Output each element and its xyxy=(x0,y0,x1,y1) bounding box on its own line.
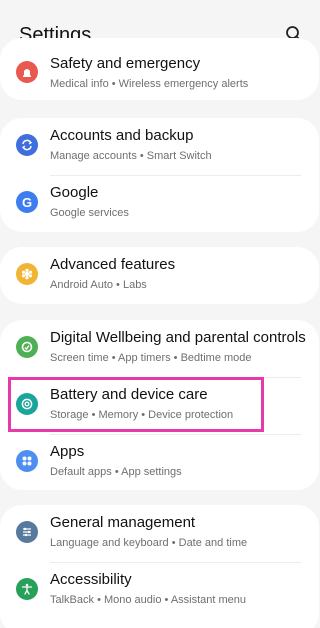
settings-item-accessibility[interactable]: Accessibility TalkBack • Mono audio • As… xyxy=(0,562,319,619)
google-icon: G xyxy=(16,191,38,213)
settings-item-apps[interactable]: Apps Default apps • App settings xyxy=(0,434,319,490)
settings-page: Settings Safety and emergency Medical in… xyxy=(0,0,319,628)
settings-item-safety-and-emergency[interactable]: Safety and emergency Medical info • Wire… xyxy=(0,55,319,100)
settings-item-label: Google xyxy=(50,184,99,201)
apps-icon xyxy=(16,450,38,472)
settings-item-label: Apps xyxy=(50,443,85,460)
general-management-icon xyxy=(16,521,38,543)
settings-group-safety: Safety and emergency Medical info • Wire… xyxy=(0,38,319,100)
settings-item-label: Safety and emergency xyxy=(50,55,201,72)
settings-item-label: Accessibility xyxy=(50,571,132,588)
settings-item-digital-wellbeing[interactable]: Digital Wellbeing and parental controls … xyxy=(0,320,319,377)
settings-item-advanced-features[interactable]: Advanced features Android Auto • Labs xyxy=(0,247,319,304)
accessibility-icon xyxy=(16,578,38,600)
advanced-features-icon xyxy=(16,263,38,285)
settings-item-accounts-and-backup[interactable]: Accounts and backup Manage accounts • Sm… xyxy=(0,118,319,175)
settings-item-label: Advanced features xyxy=(50,256,176,273)
settings-item-summary: Screen time • App timers • Bedtime mode xyxy=(50,352,252,364)
settings-item-summary: Default apps • App settings xyxy=(50,466,182,478)
wellbeing-icon xyxy=(16,336,38,358)
sync-icon xyxy=(16,134,38,156)
settings-group-device: Digital Wellbeing and parental controls … xyxy=(0,320,319,490)
settings-item-google[interactable]: G Google Google services xyxy=(0,175,319,232)
settings-item-summary: Storage • Memory • Device protection xyxy=(50,409,234,421)
settings-item-summary: Manage accounts • Smart Switch xyxy=(50,150,212,162)
settings-item-label: Battery and device care xyxy=(50,386,208,403)
settings-item-battery-and-device-care[interactable]: Battery and device care Storage • Memory… xyxy=(0,377,319,434)
settings-group-system: General management Language and keyboard… xyxy=(0,505,319,628)
settings-item-summary: Language and keyboard • Date and time xyxy=(50,537,248,549)
settings-group-accounts: Accounts and backup Manage accounts • Sm… xyxy=(0,118,319,232)
battery-care-icon xyxy=(16,393,38,415)
settings-group-advanced: Advanced features Android Auto • Labs xyxy=(0,247,319,304)
safety-icon xyxy=(16,61,38,83)
settings-item-general-management[interactable]: General management Language and keyboard… xyxy=(0,505,319,562)
settings-item-label: Accounts and backup xyxy=(50,127,194,144)
settings-item-label: Digital Wellbeing and parental controls xyxy=(50,329,306,346)
settings-item-summary: Medical info • Wireless emergency alerts xyxy=(50,78,249,90)
settings-item-summary: Google services xyxy=(50,207,129,219)
settings-item-label: General management xyxy=(50,514,196,531)
settings-item-summary: TalkBack • Mono audio • Assistant menu xyxy=(50,594,247,606)
settings-item-summary: Android Auto • Labs xyxy=(50,279,147,291)
